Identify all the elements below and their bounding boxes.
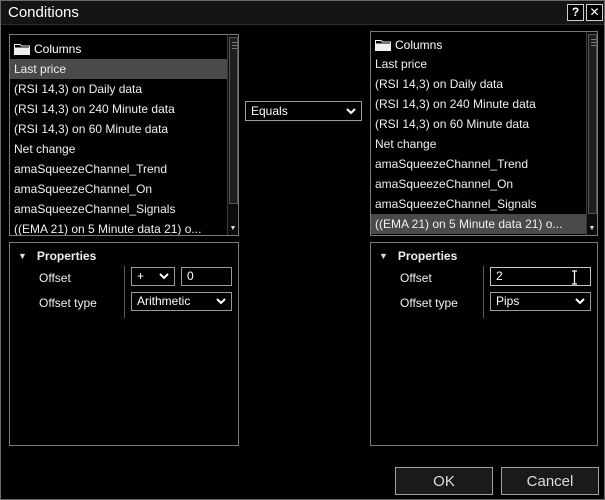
left-list-item[interactable]: Net change xyxy=(10,139,228,159)
left-properties-title: Properties xyxy=(36,249,97,263)
left-properties-panel: ▼ Properties Offset Offset type + 0 Arit… xyxy=(9,242,239,446)
left-list-item[interactable]: ((EMA 21) on 5 Minute data 21) o... xyxy=(10,219,228,235)
left-offset-input[interactable]: 0 xyxy=(181,267,232,286)
cancel-button[interactable]: Cancel xyxy=(501,467,599,495)
right-list-item[interactable]: amaSqueezeChannel_Trend xyxy=(371,154,587,174)
chevron-down-icon xyxy=(574,293,586,310)
right-list-item[interactable]: Last price xyxy=(371,54,587,74)
close-button[interactable]: ✕ xyxy=(586,4,603,21)
left-offset-type-label: Offset type xyxy=(39,296,97,310)
right-list-scrollbar[interactable]: ▼ xyxy=(586,32,597,235)
right-list-item[interactable]: (RSI 14,3) on 240 Minute data xyxy=(371,94,587,114)
left-scroll-thumb[interactable] xyxy=(229,37,238,204)
left-list-item[interactable]: (RSI 14,3) on Daily data xyxy=(10,79,228,99)
right-list-header-label: Columns xyxy=(395,38,443,52)
left-offset-label: Offset xyxy=(39,271,71,285)
right-list-item[interactable]: amaSqueezeChannel_Signals xyxy=(371,194,587,214)
right-offset-type-label: Offset type xyxy=(400,296,458,310)
left-list-scrollbar[interactable]: ▼ xyxy=(227,35,238,235)
left-properties-header[interactable]: ▼ Properties xyxy=(18,249,96,263)
right-properties-panel: ▼ Properties Offset Offset type 2 Pips xyxy=(370,242,598,446)
conditions-dialog: Conditions ? ✕ Columns Last price (RSI 1… xyxy=(0,0,605,500)
text-cursor-icon xyxy=(571,270,578,288)
left-list-item[interactable]: (RSI 14,3) on 240 Minute data xyxy=(10,99,228,119)
collapse-triangle-icon[interactable]: ▼ xyxy=(18,251,27,261)
chevron-down-icon xyxy=(215,293,227,310)
right-offset-type-select[interactable]: Pips xyxy=(490,292,591,311)
help-button[interactable]: ? xyxy=(567,4,584,21)
right-list-header[interactable]: Columns xyxy=(375,36,442,54)
ok-button[interactable]: OK xyxy=(395,467,493,495)
right-properties-title: Properties xyxy=(397,249,458,263)
operator-select[interactable]: Equals xyxy=(245,101,362,121)
right-list-item[interactable]: amaSqueezeChannel_On xyxy=(371,174,587,194)
right-list-item[interactable]: (RSI 14,3) on Daily data xyxy=(371,74,587,94)
left-offset-type-value: Arithmetic xyxy=(137,294,191,308)
collapse-triangle-icon[interactable]: ▼ xyxy=(379,251,388,261)
folder-icon xyxy=(14,43,30,55)
left-columns-list[interactable]: Columns Last price (RSI 14,3) on Daily d… xyxy=(9,34,239,236)
chevron-down-icon xyxy=(345,102,357,119)
left-list-header[interactable]: Columns xyxy=(14,40,81,58)
scroll-down-icon[interactable]: ▼ xyxy=(228,224,238,234)
left-list-item[interactable]: amaSqueezeChannel_Signals xyxy=(10,199,228,219)
left-offset-sign-value: + xyxy=(137,269,145,283)
operator-value: Equals xyxy=(251,104,288,118)
right-offset-type-value: Pips xyxy=(496,294,520,308)
right-list-item[interactable]: Net change xyxy=(371,134,587,154)
right-properties-header[interactable]: ▼ Properties xyxy=(379,249,457,263)
chevron-down-icon xyxy=(158,268,170,285)
folder-icon xyxy=(375,39,391,51)
left-list-item[interactable]: Last price xyxy=(10,59,228,79)
left-list-header-label: Columns xyxy=(34,42,82,56)
title-bar[interactable]: Conditions ? ✕ xyxy=(1,1,604,25)
right-offset-label: Offset xyxy=(400,271,432,285)
left-list-item[interactable]: amaSqueezeChannel_On xyxy=(10,179,228,199)
right-list-item[interactable]: ((EMA 21) on 5 Minute data 21) o... xyxy=(371,214,587,234)
right-list-item[interactable]: (RSI 14,3) on 60 Minute data xyxy=(371,114,587,134)
window-title: Conditions xyxy=(8,4,79,21)
left-offset-sign-select[interactable]: + xyxy=(131,267,175,286)
right-scroll-thumb[interactable] xyxy=(588,34,597,214)
left-offset-type-select[interactable]: Arithmetic xyxy=(131,292,232,311)
left-list-item[interactable]: amaSqueezeChannel_Trend xyxy=(10,159,228,179)
left-list-item[interactable]: (RSI 14,3) on 60 Minute data xyxy=(10,119,228,139)
scroll-down-icon[interactable]: ▼ xyxy=(587,224,597,234)
right-columns-list[interactable]: Columns Last price (RSI 14,3) on Daily d… xyxy=(370,31,598,236)
